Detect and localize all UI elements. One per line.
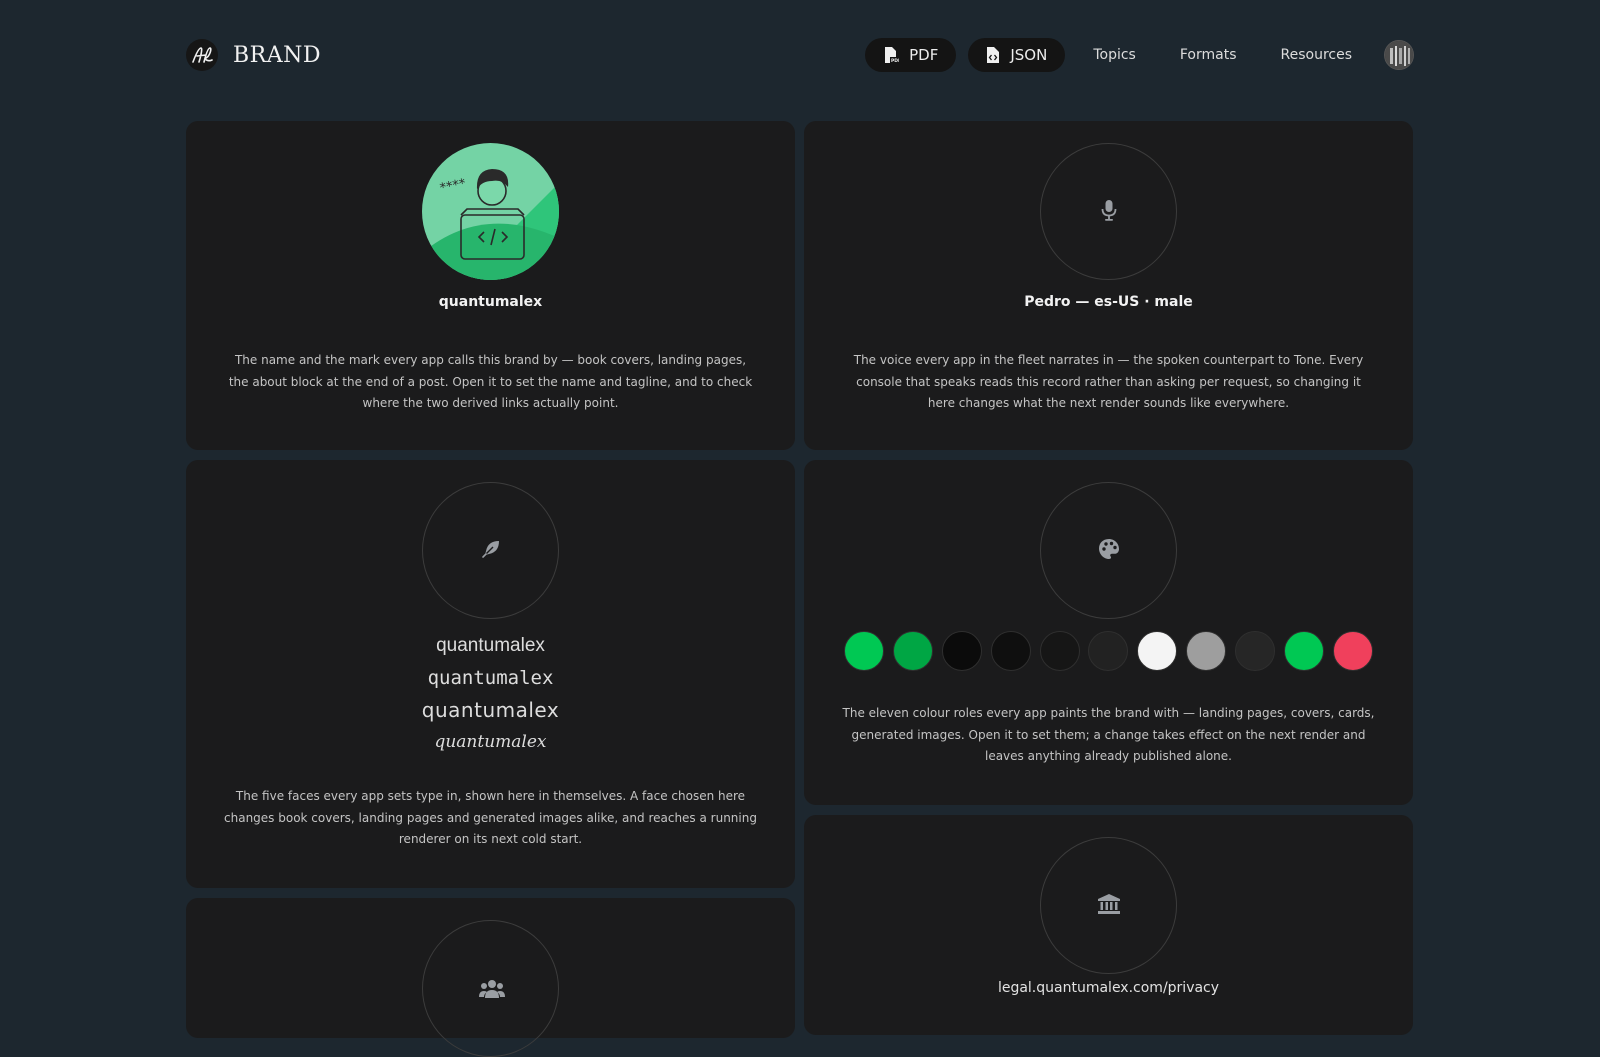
developer-avatar-icon: **** bbox=[422, 143, 559, 280]
font-sample-mono: quantumalex bbox=[427, 667, 554, 689]
download-pdf-button[interactable]: PDF PDF bbox=[865, 38, 957, 72]
palette-icon bbox=[1098, 538, 1120, 564]
voice-ring bbox=[1040, 143, 1177, 280]
community-card[interactable] bbox=[186, 898, 795, 1057]
brand-home-link[interactable]: BRAND bbox=[186, 38, 321, 72]
microphone-icon bbox=[1100, 199, 1118, 225]
svg-text:PDF: PDF bbox=[891, 58, 899, 64]
identity-card[interactable]: **** quantumalex The name and the mark e… bbox=[186, 121, 795, 450]
code-file-icon bbox=[986, 46, 1000, 64]
brand-logo-icon bbox=[186, 39, 218, 71]
community-ring bbox=[422, 920, 559, 1057]
nav-link-resources[interactable]: Resources bbox=[1281, 47, 1353, 63]
identity-description: The name and the mark every app calls th… bbox=[228, 353, 753, 410]
colors-ring bbox=[1040, 482, 1177, 619]
color-swatch-6[interactable] bbox=[1088, 631, 1129, 671]
typography-ring bbox=[422, 482, 559, 619]
color-swatch-8[interactable] bbox=[1186, 631, 1227, 671]
legal-card[interactable]: legal.quantumalex.com/privacy bbox=[804, 815, 1413, 1035]
color-swatches bbox=[844, 631, 1373, 671]
color-swatch-5[interactable] bbox=[1039, 631, 1080, 671]
voice-description: The voice every app in the fleet narrate… bbox=[853, 353, 1364, 410]
json-button-label: JSON bbox=[1010, 46, 1048, 64]
user-avatar[interactable] bbox=[1384, 40, 1414, 70]
typography-card[interactable]: quantumalex quantumalex quantumalex quan… bbox=[186, 460, 795, 888]
voice-card[interactable]: Pedro — es-US · male The voice every app… bbox=[804, 121, 1413, 450]
color-swatch-10[interactable] bbox=[1284, 631, 1325, 671]
legal-ring bbox=[1040, 837, 1177, 974]
colors-description: The eleven colour roles every app paints… bbox=[842, 706, 1375, 763]
brand-name: BRAND bbox=[233, 42, 322, 68]
voice-name: Pedro — es-US · male bbox=[1024, 294, 1193, 310]
pdf-file-icon: PDF bbox=[883, 46, 900, 64]
color-swatch-11[interactable] bbox=[1332, 631, 1373, 671]
color-swatch-3[interactable] bbox=[941, 631, 982, 671]
typography-description: The five faces every app sets type in, s… bbox=[224, 789, 757, 846]
nav-link-topics[interactable]: Topics bbox=[1093, 47, 1136, 63]
color-swatch-4[interactable] bbox=[990, 631, 1031, 671]
font-samples: quantumalex quantumalex quantumalex quan… bbox=[186, 630, 795, 758]
nav-link-formats[interactable]: Formats bbox=[1180, 47, 1237, 63]
font-sample-display: quantumalex bbox=[421, 698, 560, 722]
legal-privacy-link[interactable]: legal.quantumalex.com/privacy bbox=[804, 980, 1413, 996]
download-json-button[interactable]: JSON bbox=[968, 38, 1066, 72]
main-nav: PDF PDF JSON Topics Formats Resources bbox=[865, 38, 1414, 72]
users-group-icon bbox=[479, 979, 505, 1003]
bank-building-icon bbox=[1097, 893, 1120, 918]
feather-icon bbox=[481, 539, 501, 563]
font-sample-sans: quantumalex bbox=[436, 635, 545, 656]
colors-card[interactable]: The eleven colour roles every app paints… bbox=[804, 460, 1413, 805]
color-swatch-2[interactable] bbox=[892, 631, 933, 671]
font-sample-script: quantumalex bbox=[434, 732, 547, 752]
color-swatch-1[interactable] bbox=[844, 631, 884, 671]
color-swatch-7[interactable] bbox=[1137, 631, 1178, 671]
top-bar: BRAND PDF PDF JSON Topics Formats bbox=[0, 0, 1600, 110]
pdf-button-label: PDF bbox=[909, 46, 939, 64]
identity-name: quantumalex bbox=[438, 294, 543, 310]
color-swatch-9[interactable] bbox=[1235, 631, 1276, 671]
